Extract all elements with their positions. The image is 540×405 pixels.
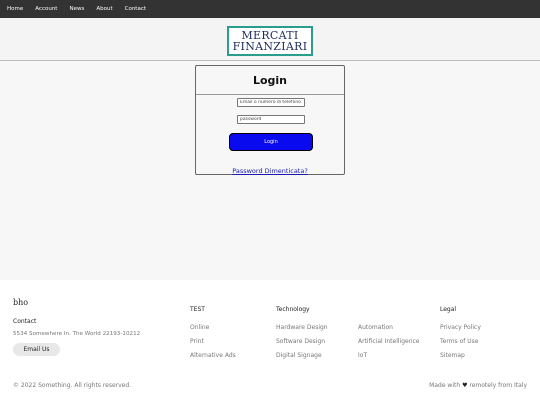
login-button[interactable]: Login: [229, 133, 313, 151]
site-footer: bho Contact 5534 Somewhere In. The World…: [0, 280, 540, 405]
password-field[interactable]: [237, 115, 305, 124]
footer-link-automation[interactable]: Automation: [358, 324, 393, 331]
email-field[interactable]: [237, 98, 305, 107]
nav-contact-link[interactable]: Contact: [119, 0, 152, 18]
nav-home-link[interactable]: Home: [1, 0, 29, 18]
footer-link-online[interactable]: Online: [190, 324, 209, 331]
login-title: Login: [196, 66, 344, 95]
nav-news-link[interactable]: News: [63, 0, 90, 18]
site-header: MERCATI FINANZIARI: [0, 18, 540, 61]
footer-contact-title: Contact: [13, 318, 37, 325]
footer-link-terms-of-use[interactable]: Terms of Use: [440, 338, 478, 345]
forgot-password-link[interactable]: Password Dimenticata?: [196, 167, 344, 175]
footer-made-with: Made with ♥ remotely from Italy: [429, 382, 527, 389]
footer-link-artificial-intelligence[interactable]: Artificial Intelligence: [358, 338, 420, 345]
top-navigation: Home Account News About Contact: [0, 0, 540, 18]
heart-icon: ♥: [462, 382, 468, 389]
footer-col-test-title: TEST: [190, 306, 205, 313]
footer-link-hardware-design[interactable]: Hardware Design: [276, 324, 328, 331]
email-us-button[interactable]: Email Us: [13, 343, 60, 356]
login-form: Login Login Password Dimenticata?: [195, 65, 345, 175]
footer-col-technology-title: Technology: [276, 306, 310, 313]
footer-link-print[interactable]: Print: [190, 338, 204, 345]
footer-brand: bho: [13, 298, 29, 307]
footer-link-digital-signage[interactable]: Digital Signage: [276, 352, 322, 359]
nav-account-link[interactable]: Account: [29, 0, 63, 18]
made-with-prefix: Made with: [429, 382, 461, 389]
site-logo[interactable]: MERCATI FINANZIARI: [227, 26, 313, 56]
logo-line-2: FINANZIARI: [232, 40, 308, 53]
footer-link-software-design[interactable]: Software Design: [276, 338, 325, 345]
nav-about-link[interactable]: About: [90, 0, 118, 18]
footer-col-legal-title: Legal: [440, 306, 457, 313]
footer-address: 5534 Somewhere In. The World 22193-10212: [13, 331, 141, 337]
footer-link-iot[interactable]: IoT: [358, 352, 367, 359]
footer-link-sitemap[interactable]: Sitemap: [440, 352, 465, 359]
footer-copyright: © 2022 Something. All rights reserved.: [13, 382, 132, 389]
made-with-suffix: remotely from Italy: [469, 382, 527, 389]
footer-link-privacy-policy[interactable]: Privacy Policy: [440, 324, 481, 331]
footer-link-alternative-ads[interactable]: Alternative Ads: [190, 352, 236, 359]
